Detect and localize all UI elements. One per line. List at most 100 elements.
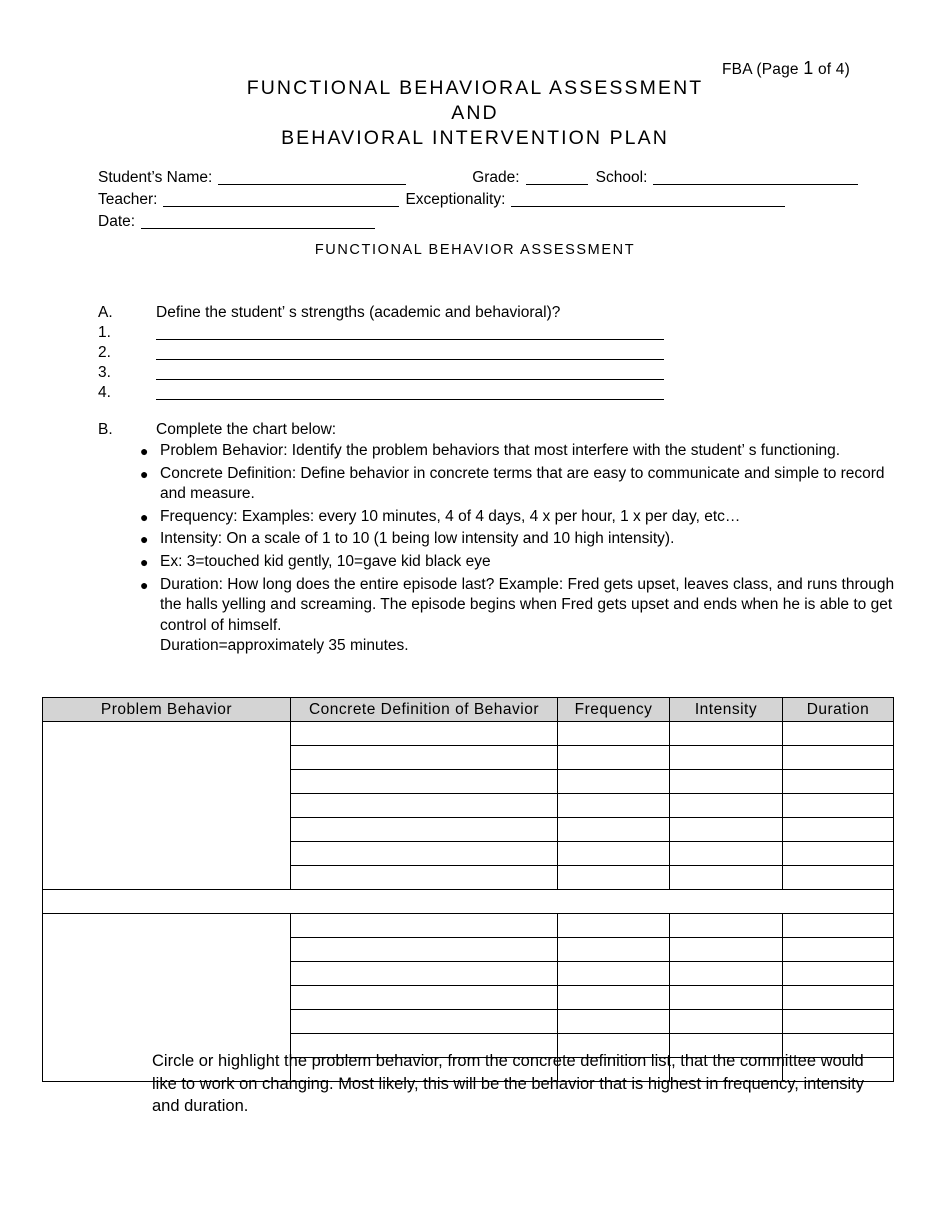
behavior-table: Problem Behavior Concrete Definition of … bbox=[42, 697, 894, 1082]
block2-concrete-definition-cell[interactable] bbox=[290, 1009, 558, 1034]
bullet-text: Frequency: Examples: every 10 minutes, 4… bbox=[160, 507, 741, 525]
block2-duration-cell[interactable] bbox=[782, 961, 894, 986]
block1-intensity-cell[interactable] bbox=[669, 841, 783, 866]
block1-duration-cell[interactable] bbox=[782, 817, 894, 842]
block1-frequency-cell[interactable] bbox=[557, 793, 670, 818]
block2-concrete-definition-cell[interactable] bbox=[290, 961, 558, 986]
school-label: School: bbox=[595, 169, 648, 186]
section-a-item-number: 3. bbox=[98, 364, 111, 381]
block2-frequency-cell[interactable] bbox=[557, 913, 670, 938]
block2-concrete-definition-cell[interactable] bbox=[290, 985, 558, 1010]
block2-frequency-cell[interactable] bbox=[557, 961, 670, 986]
column-header-frequency: Frequency bbox=[557, 697, 670, 722]
bullet-item: ● Concrete Definition: Define behavior in… bbox=[98, 464, 898, 505]
block2-duration-cell[interactable] bbox=[782, 937, 894, 962]
block1-frequency-cell[interactable] bbox=[557, 865, 670, 890]
bullet-dot-icon: ● bbox=[140, 465, 149, 482]
block1-concrete-definition-cell[interactable] bbox=[290, 841, 558, 866]
block1-duration-cell[interactable] bbox=[782, 769, 894, 794]
school-field[interactable] bbox=[653, 171, 858, 185]
block2-duration-cell[interactable] bbox=[782, 985, 894, 1010]
block2-duration-cell[interactable] bbox=[782, 913, 894, 938]
block2-frequency-cell[interactable] bbox=[557, 985, 670, 1010]
bullet-text: Problem Behavior: Identify the problem b… bbox=[160, 442, 841, 459]
block1-intensity-cell[interactable] bbox=[669, 745, 783, 770]
teacher-field[interactable] bbox=[163, 193, 400, 207]
student-name-field[interactable] bbox=[218, 171, 406, 185]
page-title: FUNCTIONAL BEHAVIORAL ASSESSMENT AND BEH… bbox=[0, 76, 950, 151]
block2-intensity-cell[interactable] bbox=[669, 937, 783, 962]
block2-intensity-cell[interactable] bbox=[669, 1009, 783, 1034]
bullet-dot-icon: ● bbox=[140, 508, 149, 525]
block2-frequency-cell[interactable] bbox=[557, 937, 670, 962]
bullet-item: ● Duration: How long does the entire epis… bbox=[98, 575, 898, 637]
info-row-name: Student’s Name: Grade: School: bbox=[98, 165, 858, 187]
block1-intensity-cell[interactable] bbox=[669, 721, 783, 746]
section-a-item: 1. bbox=[98, 322, 888, 342]
document-page: FBA (Page 1 of 4) FUNCTIONAL BEHAVIORAL … bbox=[0, 0, 950, 1230]
behavior-chart: Problem Behavior Concrete Definition of … bbox=[42, 697, 894, 1082]
title-line-3: BEHAVIORAL INTERVENTION PLAN bbox=[281, 127, 669, 149]
block1-concrete-definition-cell[interactable] bbox=[290, 745, 558, 770]
block1-duration-cell[interactable] bbox=[782, 841, 894, 866]
block1-frequency-cell[interactable] bbox=[557, 841, 670, 866]
column-header-duration: Duration bbox=[782, 697, 894, 722]
section-a: A. Define the student’ s strengths (acad… bbox=[98, 304, 888, 402]
block2-frequency-cell[interactable] bbox=[557, 1009, 670, 1034]
date-label: Date: bbox=[98, 213, 136, 230]
section-a-answer-field-1[interactable] bbox=[156, 325, 664, 340]
section-a-header: A. Define the student’ s strengths (acad… bbox=[98, 304, 888, 322]
block2-intensity-cell[interactable] bbox=[669, 913, 783, 938]
section-a-item-number: 2. bbox=[98, 344, 111, 361]
block1-frequency-cell[interactable] bbox=[557, 745, 670, 770]
grade-label: Grade: bbox=[472, 169, 520, 186]
block1-concrete-definition-cell[interactable] bbox=[290, 769, 558, 794]
column-header-problem-behavior: Problem Behavior bbox=[42, 697, 291, 722]
block1-intensity-cell[interactable] bbox=[669, 793, 783, 818]
section-a-item-number: 1. bbox=[98, 324, 111, 341]
block1-duration-cell[interactable] bbox=[782, 793, 894, 818]
section-a-item-number: 4. bbox=[98, 384, 111, 401]
block1-concrete-definition-cell[interactable] bbox=[290, 865, 558, 890]
section-a-answer-field-3[interactable] bbox=[156, 365, 664, 380]
title-line-1: FUNCTIONAL BEHAVIORAL ASSESSMENT bbox=[246, 77, 704, 99]
bullet-dot-icon: ● bbox=[140, 443, 149, 459]
grade-field[interactable] bbox=[525, 171, 589, 185]
block1-duration-cell[interactable] bbox=[782, 745, 894, 770]
block1-intensity-cell[interactable] bbox=[669, 865, 783, 890]
block1-intensity-cell[interactable] bbox=[669, 817, 783, 842]
bullet-sub-line: Duration=approximately 35 minutes. bbox=[160, 637, 409, 655]
bullet-text: Ex: 3=touched kid gently, 10=gave kid bl… bbox=[160, 552, 491, 570]
block2-duration-cell[interactable] bbox=[782, 1009, 894, 1034]
table-block-separator bbox=[42, 889, 894, 914]
block1-problem-behavior-cell[interactable] bbox=[42, 721, 291, 890]
block2-concrete-definition-cell[interactable] bbox=[290, 913, 558, 938]
exceptionality-field[interactable] bbox=[511, 193, 786, 207]
block1-frequency-cell[interactable] bbox=[557, 817, 670, 842]
block1-frequency-cell[interactable] bbox=[557, 721, 670, 746]
block2-intensity-cell[interactable] bbox=[669, 961, 783, 986]
block1-duration-cell[interactable] bbox=[782, 721, 894, 746]
bullet-dot-icon: ● bbox=[140, 531, 149, 548]
table-row bbox=[42, 913, 894, 1082]
table-block-separator-rule bbox=[42, 889, 894, 914]
section-a-item: 4. bbox=[98, 382, 888, 402]
block1-intensity-cell[interactable] bbox=[669, 769, 783, 794]
block1-concrete-definition-cell[interactable] bbox=[290, 793, 558, 818]
section-b-prompt: Complete the chart below: bbox=[156, 421, 337, 438]
section-a-letter: A. bbox=[98, 304, 113, 321]
section-a-answer-field-2[interactable] bbox=[156, 345, 664, 360]
bullet-item: ● Frequency: Examples: every 10 minutes, … bbox=[98, 507, 898, 528]
exceptionality-label: Exceptionality: bbox=[405, 191, 506, 208]
bullet-text: Concrete Definition: Define behavior in … bbox=[160, 464, 885, 503]
block2-concrete-definition-cell[interactable] bbox=[290, 937, 558, 962]
block2-intensity-cell[interactable] bbox=[669, 985, 783, 1010]
section-b-header: B. Complete the chart below: bbox=[98, 421, 898, 439]
block1-concrete-definition-cell[interactable] bbox=[290, 817, 558, 842]
date-field[interactable] bbox=[141, 215, 376, 229]
block1-concrete-definition-cell[interactable] bbox=[290, 721, 558, 746]
block1-frequency-cell[interactable] bbox=[557, 769, 670, 794]
closing-instruction: Circle or highlight the problem behavior… bbox=[152, 1052, 864, 1115]
section-a-answer-field-4[interactable] bbox=[156, 385, 664, 400]
block1-duration-cell[interactable] bbox=[782, 865, 894, 890]
